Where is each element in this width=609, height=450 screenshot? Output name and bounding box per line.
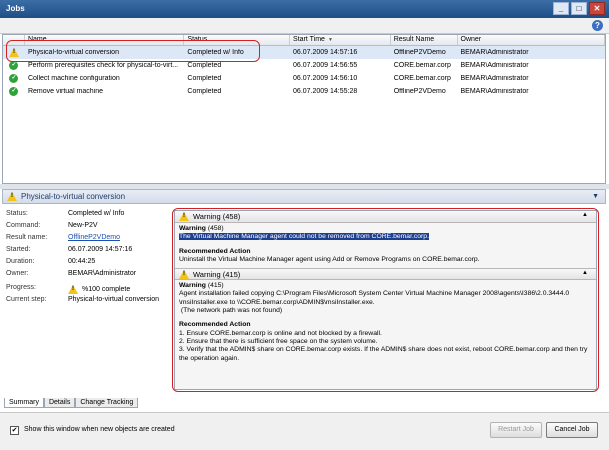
job-summary: Status: Completed w/ Info Command: New-P2V… (6, 210, 171, 308)
job-name: Remove virtual machine (27, 88, 104, 95)
minimize-button[interactable]: _ (553, 2, 569, 15)
status-label: Status: (6, 210, 28, 217)
job-result: CORE.bemar.corp (393, 62, 451, 69)
warning-icon (7, 192, 17, 201)
column-result-name[interactable]: Result Name (391, 35, 458, 45)
command-label: Command: (6, 222, 41, 229)
job-status: Completed (187, 75, 222, 82)
annotation-highlight (6, 40, 260, 62)
job-start-time: 06.07.2009 14:55:28 (293, 88, 358, 95)
job-owner: BEMAR\Administrator (460, 62, 529, 69)
column-owner[interactable]: Owner (458, 35, 605, 45)
sort-desc-icon: ▼ (327, 37, 333, 43)
show-window-checkbox[interactable]: ✔ (10, 426, 19, 435)
annotation-highlight (172, 208, 599, 392)
tab-summary[interactable]: Summary (4, 398, 44, 408)
tab-details[interactable]: Details (43, 398, 76, 408)
window-title: Jobs (6, 4, 25, 13)
job-status: Completed (187, 88, 222, 95)
job-start-time: 06.07.2009 14:56:10 (293, 75, 358, 82)
job-owner: BEMAR\Administrator (460, 88, 529, 95)
detail-tabs: Summary Details Change Tracking (4, 398, 139, 408)
show-window-label: Show this window when new objects are cr… (24, 426, 175, 433)
table-row[interactable]: ✓ Collect machine configuration Complete… (3, 72, 605, 85)
status-value: Completed w/ Info (68, 210, 125, 217)
window-controls: _ □ ✕ (553, 2, 605, 15)
column-start-time[interactable]: Start Time ▼ (290, 35, 391, 45)
chevron-down-icon[interactable]: ▼ (592, 193, 599, 200)
job-start-time: 06.07.2009 14:56:55 (293, 62, 358, 69)
job-result: CORE.bemar.corp (393, 75, 451, 82)
table-row[interactable]: ✓ Remove virtual machine Completed 06.07… (3, 85, 605, 98)
job-result: OfflineP2VDemo (393, 88, 446, 95)
owner-label: Owner: (6, 270, 29, 277)
detail-header: Physical-to-virtual conversion ▼ (2, 189, 606, 204)
job-name: Perform prerequisites check for physical… (27, 62, 179, 69)
duration-value: 00:44:25 (68, 258, 96, 265)
job-status: Completed (187, 62, 222, 69)
current-step-value: Physical-to-virtual conversion (68, 296, 160, 303)
help-icon[interactable]: ? (592, 20, 603, 31)
cancel-job-button[interactable]: Cancel Job (546, 422, 598, 438)
job-owner: BEMAR\Administrator (460, 75, 529, 82)
success-check-icon: ✓ (9, 61, 19, 70)
result-label: Result name: (6, 234, 48, 241)
current-step-label: Current step: (6, 296, 47, 303)
result-link[interactable]: OfflineP2VDemo (68, 234, 168, 244)
success-check-icon: ✓ (9, 74, 19, 83)
started-label: Started: (6, 246, 31, 253)
window-titlebar: Jobs _ □ ✕ (0, 0, 609, 18)
owner-value: BEMAR\Administrator (68, 270, 137, 277)
job-result: OfflineP2VDemo (393, 49, 446, 56)
footer-bar: ✔ Show this window when new objects are … (0, 412, 609, 450)
job-name: Collect machine configuration (27, 75, 120, 82)
progress-label: Progress: (6, 284, 36, 291)
close-button[interactable]: ✕ (589, 2, 605, 15)
started-value: 06.07.2009 14:57:16 (68, 246, 133, 253)
restart-job-button[interactable]: Restart Job (490, 422, 542, 438)
tab-change-tracking[interactable]: Change Tracking (75, 398, 139, 408)
maximize-button[interactable]: □ (571, 2, 587, 15)
progress-value: %100 complete (82, 285, 131, 293)
success-check-icon: ✓ (9, 87, 19, 96)
command-value: New-P2V (68, 222, 98, 229)
duration-label: Duration: (6, 258, 35, 265)
toolbar: ? (0, 18, 609, 34)
job-owner: BEMAR\Administrator (460, 49, 529, 56)
detail-title: Physical-to-virtual conversion (21, 192, 126, 201)
job-start-time: 06.07.2009 14:57:16 (293, 49, 358, 56)
warning-icon (68, 284, 78, 294)
